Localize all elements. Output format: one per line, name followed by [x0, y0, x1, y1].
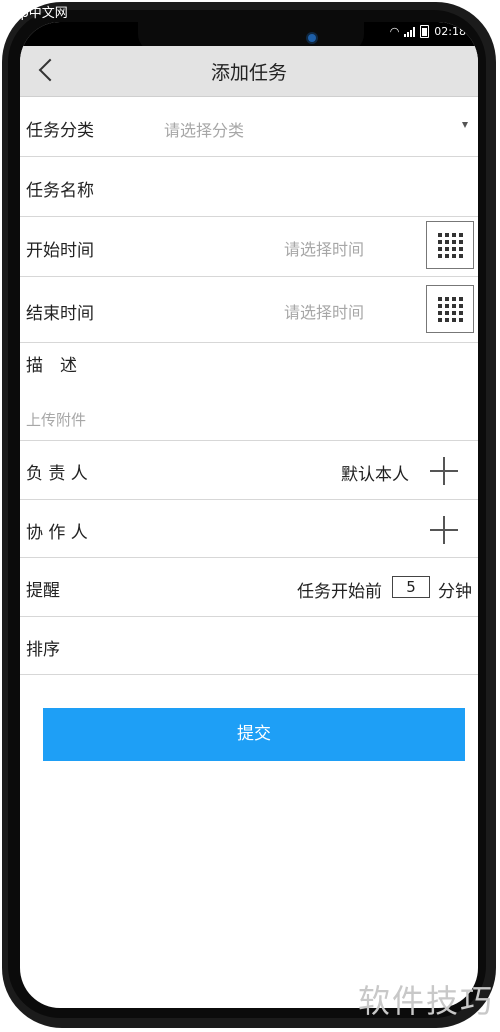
reminder-suffix: 分钟	[438, 582, 472, 602]
start-calendar-button[interactable]	[426, 221, 474, 269]
category-row[interactable]: 任务分类 请选择分类	[20, 97, 478, 157]
end-time-row[interactable]: 结束时间 请选择时间	[20, 277, 478, 343]
name-row[interactable]: 任务名称	[20, 157, 478, 217]
page-title: 添加任务	[210, 62, 287, 84]
start-time-row[interactable]: 开始时间 请选择时间	[20, 217, 478, 277]
collaborator-row[interactable]: 协 作 人	[20, 500, 478, 558]
camera-icon	[308, 34, 316, 42]
end-calendar-button[interactable]	[426, 285, 474, 333]
watermark-top: php中文网	[4, 6, 68, 21]
reminder-row[interactable]: 提醒 任务开始前 5 分钟	[20, 558, 478, 617]
owner-row[interactable]: 负 责 人 默认本人	[20, 441, 478, 500]
watermark-bottom: 软件技巧	[357, 982, 494, 1020]
end-time-input[interactable]: 请选择时间	[284, 299, 364, 323]
add-collaborator-plus-icon[interactable]	[430, 516, 458, 544]
category-label: 任务分类	[26, 121, 94, 141]
header-bar: 添加任务	[20, 46, 478, 97]
screen: ◠ 02:18 添加任务 任务分类 请选择分类 任务名称 开始时间 请选择时间	[20, 22, 478, 1008]
name-label: 任务名称	[26, 181, 94, 201]
signal-icon	[404, 26, 416, 37]
submit-button[interactable]: 提交	[43, 708, 465, 761]
sort-label: 排序	[26, 640, 60, 660]
collaborator-label: 协 作 人	[26, 523, 88, 543]
start-time-label: 开始时间	[26, 241, 94, 261]
wifi-icon: ◠	[389, 25, 400, 38]
calendar-grid-icon	[438, 297, 463, 322]
start-time-input[interactable]: 请选择时间	[284, 236, 364, 260]
calendar-grid-icon	[438, 233, 463, 258]
owner-value: 默认本人	[341, 465, 409, 485]
category-select[interactable]: 请选择分类	[164, 117, 244, 141]
end-time-label: 结束时间	[26, 304, 94, 324]
owner-label: 负 责 人	[26, 464, 88, 484]
dropdown-arrow-icon	[462, 122, 468, 128]
reminder-label: 提醒	[26, 581, 60, 601]
reminder-prefix: 任务开始前	[297, 582, 382, 602]
battery-icon	[420, 25, 430, 38]
status-icons: ◠ 02:18	[390, 25, 466, 38]
description-label: 描 述	[26, 356, 77, 376]
status-time: 02:18	[434, 25, 466, 38]
sort-row[interactable]: 排序	[20, 617, 478, 675]
add-owner-plus-icon[interactable]	[430, 457, 458, 485]
description-block[interactable]: 描 述 上传附件	[20, 343, 478, 441]
upload-attachment-link[interactable]: 上传附件	[26, 409, 86, 430]
reminder-minutes-input[interactable]: 5	[392, 576, 430, 598]
